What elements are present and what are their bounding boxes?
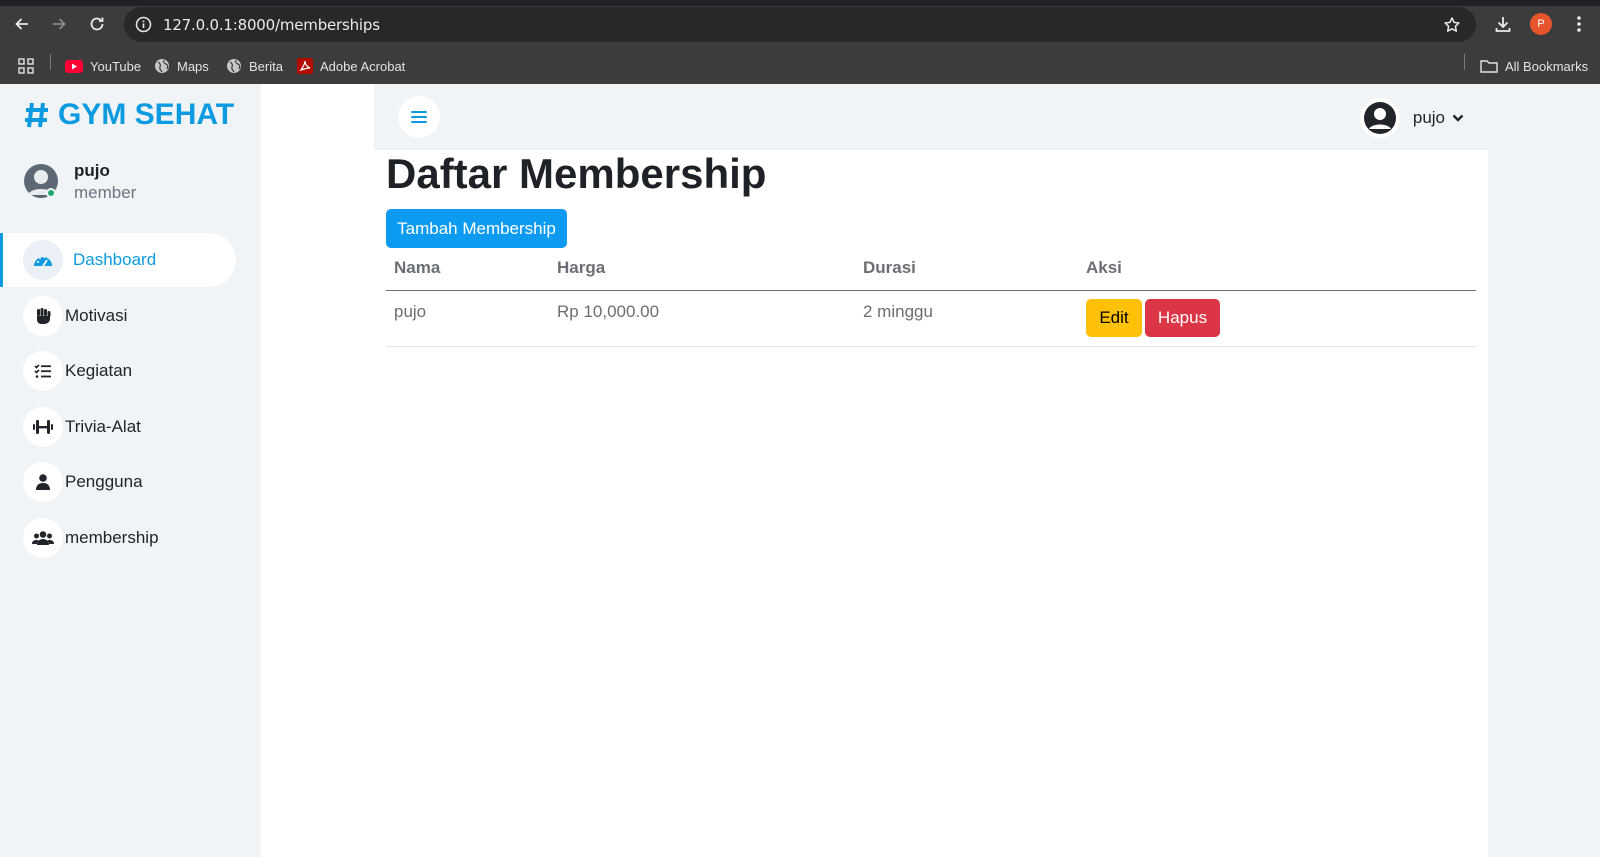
sidebar-item-label: Trivia-Alat (65, 417, 141, 436)
fist-icon (23, 296, 63, 336)
cell-durasi: 2 minggu (855, 290, 1078, 347)
bookmark-maps[interactable]: Maps (154, 56, 209, 76)
sidebar-item-label: Dashboard (73, 250, 157, 269)
chevron-down-icon (1452, 114, 1464, 122)
arrow-left-icon (15, 18, 28, 30)
site-info-icon[interactable] (134, 15, 153, 34)
back-button[interactable] (8, 10, 36, 38)
bookmark-label: YouTube (90, 58, 142, 74)
user-menu[interactable]: pujo (1359, 98, 1464, 138)
sidebar-user-name: pujo (74, 161, 110, 180)
table-header-row: Nama Harga Durasi Aksi (386, 248, 1476, 291)
bookmark-label: Berita (249, 58, 283, 74)
bookmarks-bar: YouTube Maps Berita Adobe Acrobat All Bo… (0, 48, 1600, 84)
sidebar-item-dashboard[interactable]: Dashboard (0, 233, 236, 287)
bookmark-star-icon[interactable] (1442, 15, 1462, 35)
dumbbell-icon (23, 407, 63, 447)
browser-chrome: 127.0.0.1:8000/memberships P YouTube Map… (0, 0, 1600, 84)
profile-avatar[interactable]: P (1530, 13, 1552, 35)
column-header: Aksi (1078, 248, 1476, 291)
topbar-username: pujo (1412, 108, 1445, 127)
table-row: pujo Rp 10,000.00 2 minggu Edit Hapus (386, 290, 1476, 347)
column-header: Durasi (855, 248, 1078, 291)
user-icon (23, 462, 63, 502)
sidebar-item-trivia-alat[interactable]: Trivia-Alat (0, 400, 236, 454)
url-text[interactable]: 127.0.0.1:8000/memberships (163, 16, 380, 34)
online-status-dot (46, 188, 56, 198)
membership-table: Nama Harga Durasi Aksi pujo Rp 10,000.00… (386, 248, 1476, 347)
right-gutter (1488, 84, 1600, 857)
globe-icon (155, 59, 169, 73)
sidebar-item-pengguna[interactable]: Pengguna (0, 455, 236, 509)
brand-name: GYM SEHAT (58, 98, 235, 131)
reload-button[interactable] (83, 10, 111, 38)
forward-button[interactable] (45, 10, 73, 38)
bookmark-berita[interactable]: Berita (226, 56, 283, 76)
bookmarks-divider (50, 54, 51, 70)
download-icon[interactable] (1490, 11, 1516, 37)
page-viewport: GYM SEHAT pujo member Dashboard Motivasi (0, 84, 1600, 857)
all-bookmarks[interactable]: All Bookmarks (1480, 56, 1588, 76)
sidebar-item-motivasi[interactable]: Motivasi (0, 289, 236, 343)
sidebar-item-label: Kegiatan (65, 361, 133, 380)
hamburger-icon (411, 111, 427, 123)
delete-button[interactable]: Hapus (1145, 298, 1220, 337)
bookmark-youtube[interactable]: YouTube (65, 56, 141, 76)
youtube-icon (65, 59, 83, 73)
sidebar-user-role: member (74, 183, 137, 202)
sidebar-item-kegiatan[interactable]: Kegiatan (0, 344, 236, 398)
cell-nama: pujo (386, 290, 549, 347)
topbar: pujo (374, 84, 1488, 150)
browser-tabstrip (0, 0, 1600, 6)
brand-logo[interactable]: GYM SEHAT (24, 98, 234, 132)
globe-icon (227, 59, 241, 73)
address-bar[interactable]: 127.0.0.1:8000/memberships (124, 7, 1476, 42)
cell-harga: Rp 10,000.00 (549, 290, 855, 347)
acrobat-icon (297, 58, 313, 74)
gauge-icon (23, 240, 63, 280)
bookmarks-divider (1464, 54, 1465, 70)
users-icon (23, 518, 63, 558)
hashtag-icon (25, 102, 48, 128)
page-title: Daftar Membership (386, 150, 767, 197)
add-membership-button[interactable]: Tambah Membership (386, 209, 567, 248)
sidebar-toggle-button[interactable] (398, 96, 440, 138)
arrow-right-icon (53, 18, 66, 30)
sidebar-item-label: Motivasi (65, 306, 128, 325)
more-menu-icon[interactable] (1566, 11, 1592, 37)
folder-icon (1480, 60, 1498, 73)
sidebar-item-membership[interactable]: membership (0, 511, 236, 565)
column-header: Nama (386, 248, 549, 291)
user-circle-icon (1359, 98, 1400, 138)
sidebar: GYM SEHAT pujo member Dashboard Motivasi (0, 84, 261, 857)
bookmark-label: Adobe Acrobat (320, 58, 406, 74)
bookmark-label: Maps (177, 58, 209, 74)
sidebar-item-label: Pengguna (65, 472, 143, 491)
reload-icon (90, 17, 104, 31)
all-bookmarks-label: All Bookmarks (1505, 58, 1589, 74)
bookmark-adobe-acrobat[interactable]: Adobe Acrobat (297, 56, 405, 76)
cell-aksi: Edit Hapus (1078, 290, 1476, 347)
sidebar-item-label: membership (65, 528, 159, 547)
column-header: Harga (549, 248, 855, 291)
edit-button[interactable]: Edit (1086, 298, 1142, 337)
apps-grid-icon[interactable] (18, 56, 34, 76)
checklist-icon (23, 351, 63, 391)
